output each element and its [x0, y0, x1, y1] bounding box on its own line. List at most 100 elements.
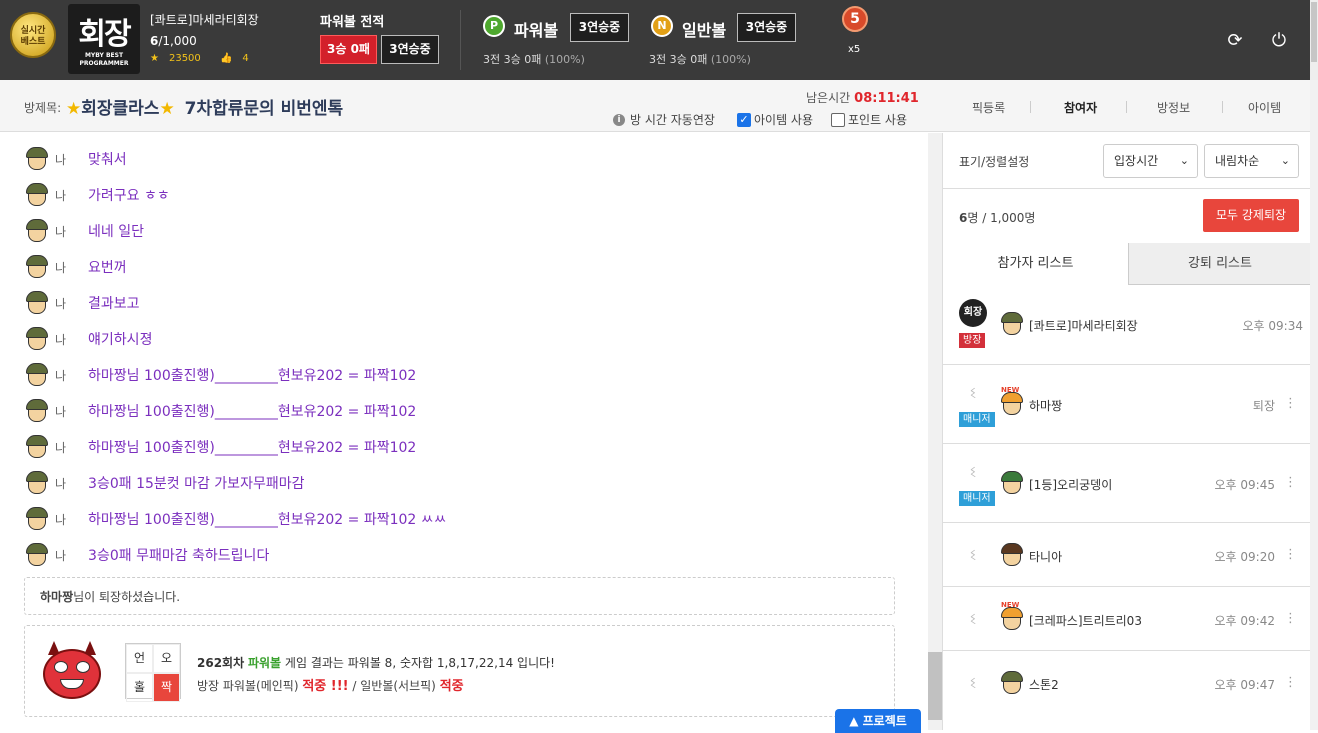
power-icon[interactable]: ⏻ — [1269, 30, 1289, 51]
chat-text: 3승0패 15분컷 마감 가보자무패마감 — [88, 476, 305, 492]
more-options-icon[interactable]: ⋮ — [1284, 396, 1297, 411]
tab-participant-list[interactable]: 참가자 리스트 — [943, 243, 1129, 285]
star-icon: ★ — [150, 53, 159, 64]
result-cell-hit: 짝 — [153, 673, 180, 702]
participant-row[interactable]: ଽ 매니저 [1등]오리궁뎅이 오후 09:45 ⋮ — [943, 444, 1311, 523]
result-cell: 오 — [153, 644, 180, 673]
result-line-1: 262회차 파워볼 게임 결과는 파워볼 8, 숫자합 1,8,17,22,14… — [197, 654, 555, 671]
new-badge: NEW — [1001, 601, 1020, 609]
medal-icon[interactable]: 5 — [842, 6, 868, 32]
level-logo-icon: 회장 — [959, 299, 987, 327]
divider — [1030, 101, 1031, 113]
checkbox-checked-icon[interactable]: ✓ — [737, 112, 751, 127]
participant-name: 하마짱 — [1029, 399, 1063, 413]
powerball-record: 3전 3승 0패 (100%) — [483, 51, 585, 67]
powerball-record-text: 3전 3승 0패 — [483, 53, 542, 66]
remaining-time-label: 남은시간 — [806, 91, 851, 105]
tab-room-info[interactable]: 방정보 — [1157, 99, 1190, 116]
user-avatar-icon — [24, 471, 50, 495]
chat-text: 하마짱님 100출진행)_________현보유202 = 파짝102 — [88, 440, 417, 456]
more-options-icon[interactable]: ⋮ — [1284, 547, 1297, 562]
user-avatar-icon — [24, 363, 50, 387]
chat-text: 얘기하시졍 — [88, 332, 153, 348]
participant-status: 퇴장 — [1252, 399, 1275, 413]
room-title-main: 회장클라스 — [81, 99, 160, 119]
thumbs-up-icon: 👍 — [219, 53, 233, 64]
participant-row[interactable]: ଽ 스톤2 오후 09:47 ⋮ — [943, 651, 1311, 715]
divider — [1126, 101, 1127, 113]
exit-notice: 하마짱님이 퇴장하셨습니다. — [24, 577, 895, 615]
sort-by-select[interactable]: 입장시간 ⌄ — [1103, 144, 1198, 178]
user-avatar-icon — [24, 399, 50, 423]
more-options-icon[interactable]: ⋮ — [1284, 675, 1297, 690]
side-scrollbar[interactable] — [1310, 80, 1318, 730]
sort-order-select[interactable]: 내림차순 ⌄ — [1204, 144, 1299, 178]
member-count: 6/1,000 — [150, 34, 197, 48]
normalball-streak: 3연승중 — [737, 13, 796, 42]
tab-kicked-list[interactable]: 강퇴 리스트 — [1129, 243, 1311, 285]
participant-row[interactable]: 회장 방장 [콰트로]마세라티회장 오후 09:34 — [943, 286, 1311, 365]
chat-sender: 나 — [55, 260, 67, 275]
chat-scrollbar[interactable] — [928, 133, 942, 730]
tab-participants[interactable]: 참여자 — [1064, 99, 1097, 116]
tab-items[interactable]: 아이템 — [1248, 99, 1281, 116]
medal-multiplier: x5 — [848, 44, 861, 55]
powerball-label: 파워볼 — [514, 21, 559, 40]
powerball-icon: P — [483, 15, 505, 37]
checkbox-unchecked-icon[interactable] — [831, 112, 845, 127]
participant-name: [크레파스]트리트리03 — [1029, 614, 1142, 628]
tab-pick-register[interactable]: 픽등록 — [972, 99, 1005, 116]
chat-area: 나 맞춰서 나 가려구요 ㅎㅎ 나 네네 일단 나 요번꺼 나 결과보고 나 얘기하시졍 나… — [0, 133, 928, 730]
participant-time: 오후 09:42 — [1214, 614, 1275, 628]
chat-scrollbar-thumb[interactable] — [928, 652, 942, 720]
chat-message: 나 하마짱님 100출진행)_________현보유202 = 파짝102 ㅆㅆ — [24, 506, 447, 532]
room-title-label: 방제목: — [24, 101, 62, 115]
top-bar: 실시간 베스트 회장 MYBY BEST PROGRAMMER [콰트로]마세라티… — [0, 0, 1318, 80]
point-use-checkbox[interactable]: 포인트 사용 — [831, 111, 907, 128]
result-text: 게임 결과는 파워볼 8, 숫자합 1,8,17,22,14 입니다! — [284, 656, 555, 670]
participant-row[interactable]: ଽ 매니저 NEW 하마짱 퇴장 ⋮ — [943, 365, 1311, 444]
level-icon: ଽ — [970, 383, 976, 402]
auto-extend-option[interactable]: i 방 시간 자동연장 — [613, 111, 715, 128]
star-icon: ★ — [66, 99, 82, 119]
participant-time: 오후 09:47 — [1214, 678, 1275, 692]
chat-text: 맞춰서 — [88, 152, 127, 168]
result-hit-main: 적중 !!! — [302, 679, 349, 694]
point-use-label: 포인트 사용 — [848, 113, 908, 127]
logo-text: 회장 — [78, 17, 131, 52]
chat-sender: 나 — [55, 404, 67, 419]
result-cell: 언 — [126, 644, 153, 673]
devil-mascot-icon — [38, 641, 108, 703]
user-avatar-icon — [24, 291, 50, 315]
chat-message: 나 3승0패 15분컷 마감 가보자무패마감 — [24, 470, 304, 496]
record-streak: 3연승중 — [381, 35, 439, 64]
more-options-icon[interactable]: ⋮ — [1284, 611, 1297, 626]
more-options-icon[interactable]: ⋮ — [1284, 475, 1297, 490]
chevron-down-icon: ⌄ — [1280, 154, 1290, 167]
sort-by-value: 입장시간 — [1114, 154, 1159, 168]
user-avatar-icon: NEW — [999, 386, 1025, 416]
chat-sender: 나 — [55, 440, 67, 455]
user-avatar-icon — [24, 543, 50, 567]
page-scrollbar[interactable] — [1310, 0, 1318, 80]
kick-all-button[interactable]: 모두 강제퇴장 — [1203, 199, 1299, 232]
participant-name: 스톤2 — [1029, 678, 1059, 692]
participant-row[interactable]: ଽ NEW [크레파스]트리트리03 오후 09:42 ⋮ — [943, 587, 1311, 651]
powerball-record-pct: (100%) — [544, 53, 585, 66]
notice-text: 님이 퇴장하셨습니다. — [73, 590, 181, 604]
chat-message: 나 가려구요 ㅎㅎ — [24, 182, 170, 208]
project-button[interactable]: ▲ 프로젝트 — [835, 709, 921, 733]
realtime-best-badge[interactable]: 실시간 베스트 — [10, 12, 56, 58]
role-badge: 매니저 — [959, 412, 995, 427]
room-header: 방제목: ★회장클라스★ 7차합류문의 비번엔톡 남은시간 08:11:41 i방… — [0, 80, 1310, 132]
participant-name: [1등]오리궁뎅이 — [1029, 478, 1113, 492]
participants-panel: 표기/정렬설정 입장시간 ⌄ 내림차순 ⌄ 6명 / 1,000명 모두 강제퇴장 … — [942, 133, 1311, 730]
record-win-loss: 3승 0패 — [320, 35, 377, 64]
participant-row[interactable]: ଽ 타니아 오후 09:20 ⋮ — [943, 523, 1311, 587]
chat-text: 결과보고 — [88, 296, 140, 312]
chat-message: 나 맞춰서 — [24, 146, 127, 172]
auto-extend-label: 방 시간 자동연장 — [630, 113, 715, 127]
item-use-checkbox[interactable]: ✓ 아이템 사용 — [737, 111, 813, 128]
refresh-icon[interactable]: ⟳ — [1225, 30, 1245, 51]
user-avatar-icon — [999, 471, 1025, 495]
